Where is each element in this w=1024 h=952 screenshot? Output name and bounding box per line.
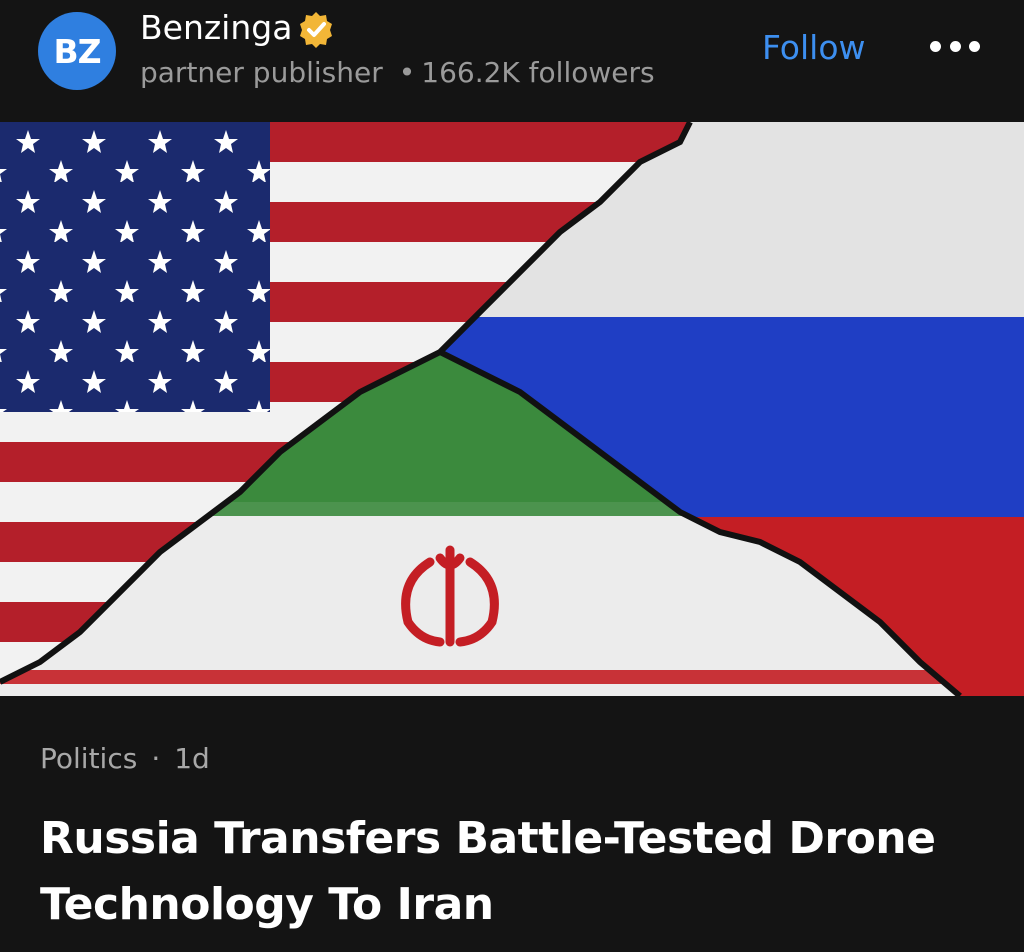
more-dot xyxy=(949,40,961,52)
publisher-name[interactable]: Benzinga xyxy=(140,8,292,47)
more-dot xyxy=(930,40,941,52)
meta-separator: · xyxy=(151,742,161,775)
subtitle-separator: • xyxy=(398,56,416,89)
post-header: BZ Benzinga partner publisher • 166.2K fol… xyxy=(0,0,1024,122)
post-card: BZ Benzinga partner publisher • 166.2K fol… xyxy=(0,0,1024,952)
more-dots-icon[interactable] xyxy=(930,34,980,58)
publisher-avatar[interactable]: BZ xyxy=(38,12,116,90)
verified-badge-icon xyxy=(300,12,332,48)
more-dot xyxy=(969,40,980,52)
follow-button[interactable]: Follow xyxy=(762,28,866,67)
publisher-subtitle: partner publisher • 166.2K followers xyxy=(140,56,655,89)
article-age: 1d xyxy=(174,742,210,775)
follower-count: 166.2K followers xyxy=(421,56,655,89)
article-image[interactable] xyxy=(0,122,1024,696)
article-category[interactable]: Politics xyxy=(40,742,137,775)
publisher-type: partner publisher xyxy=(140,56,383,89)
article-meta: Politics · 1d xyxy=(40,742,210,775)
article-title[interactable]: Russia Transfers Battle-Tested Drone Tec… xyxy=(40,806,990,938)
